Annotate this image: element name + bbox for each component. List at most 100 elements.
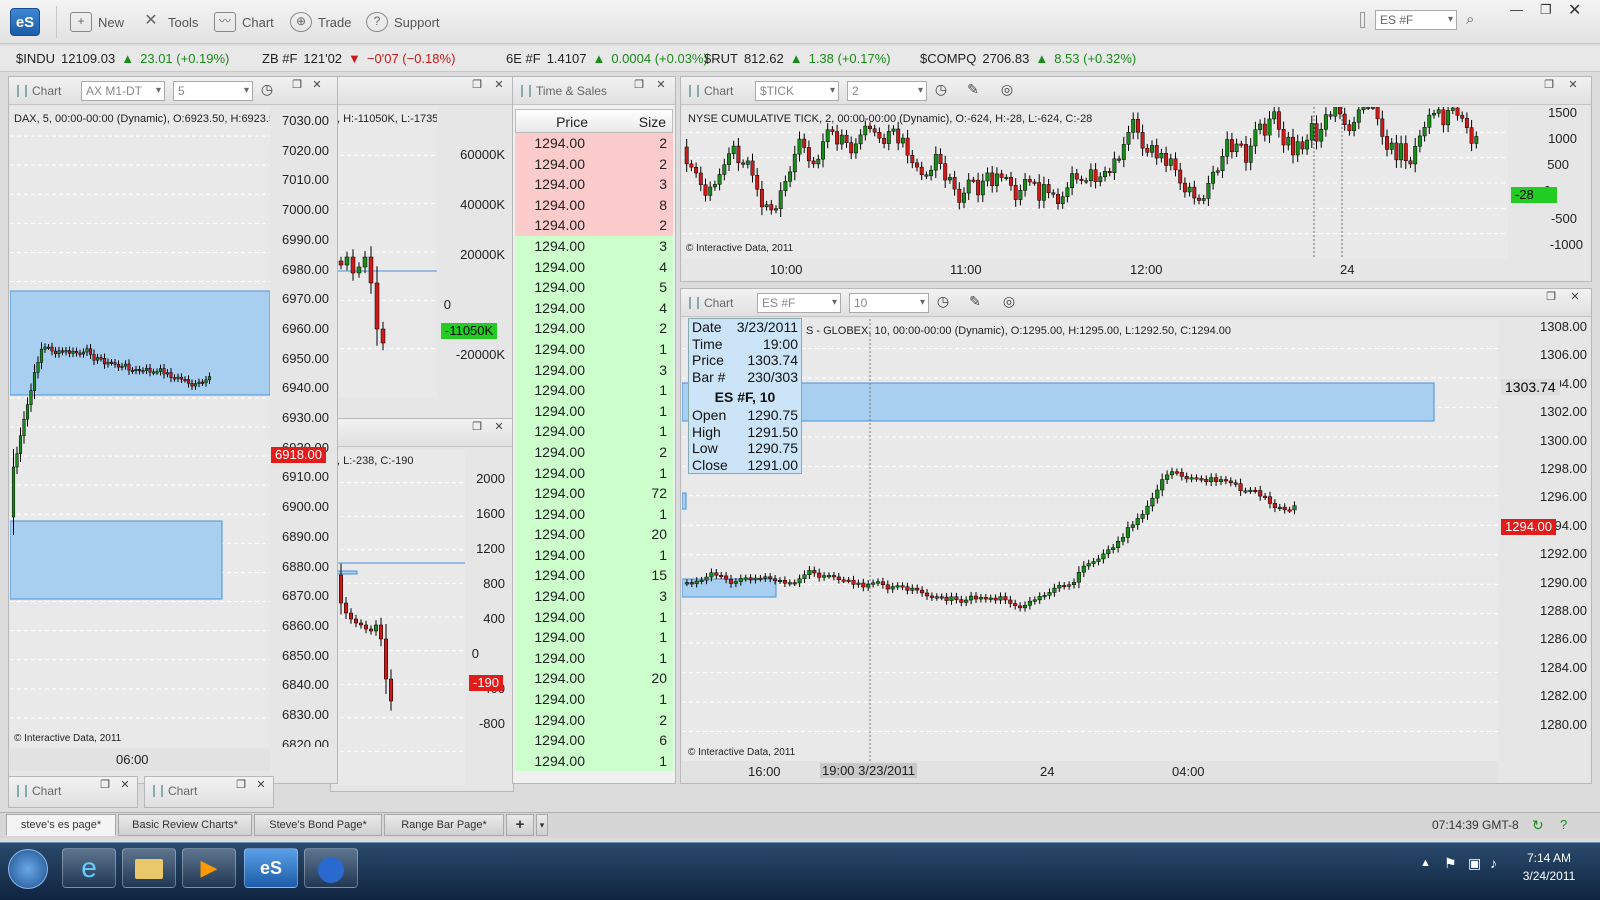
support-button[interactable]: ? Support — [366, 10, 440, 34]
pencil-icon[interactable]: ✎ — [965, 82, 981, 97]
tab-menu-chevron-icon[interactable]: ▾ — [536, 814, 548, 836]
undock-icon[interactable]: ❐ — [1541, 79, 1557, 93]
flag-icon[interactable]: ⚑ — [1444, 855, 1457, 872]
undock-icon[interactable]: ❐ — [233, 779, 249, 793]
close-icon[interactable]: ✕ — [1568, 0, 1581, 20]
chart-button[interactable]: 〰 Chart — [214, 10, 274, 34]
new-button[interactable]: + New — [70, 10, 124, 34]
media-player-icon[interactable]: ▶ — [182, 848, 236, 888]
undock-icon[interactable]: ❐ — [289, 79, 305, 93]
quote-item[interactable]: 6E #F 1.4107 ▲ 0.0004 (+0.03%) — [506, 51, 708, 66]
tab-range-bar-page[interactable]: Range Bar Page* — [384, 814, 504, 836]
dax-plot[interactable]: DAX, 5, 00:00-00:00 (Dynamic), O:6923.50… — [10, 107, 270, 747]
table-row[interactable]: 1294.00 2 — [515, 133, 673, 154]
table-row[interactable]: 1294.00 2 — [515, 441, 673, 463]
table-row[interactable]: 1294.00 1 — [515, 380, 673, 401]
clock-icon[interactable]: ◷ — [935, 294, 951, 309]
table-row[interactable]: 1294.00 1 — [515, 606, 673, 628]
tray-expand-icon[interactable]: ▲ — [1420, 857, 1431, 869]
panel-close-icon[interactable]: ✕ — [117, 779, 133, 793]
price-header[interactable]: Price — [516, 110, 594, 132]
add-tab-icon[interactable]: + — [506, 814, 534, 836]
volume-plot[interactable]: , H:-11050K, L:-17353 — [333, 107, 437, 397]
table-row[interactable]: 1294.00 4 — [515, 297, 673, 319]
quote-item[interactable]: $RUT 812.62 ▲ 1.38 (+0.17%) — [704, 51, 891, 66]
table-row[interactable]: 1294.00 3 — [515, 359, 673, 381]
table-row[interactable]: 1294.00 1 — [515, 544, 673, 566]
table-row[interactable]: 1294.00 1 — [515, 647, 673, 669]
quote-item[interactable]: $COMPQ 2706.83 ▲ 8.53 (+0.32%) — [920, 51, 1136, 66]
minimize-icon[interactable]: — — [1510, 2, 1523, 17]
panel-close-icon[interactable]: ✕ — [1565, 79, 1581, 93]
table-row[interactable]: 1294.00 1 — [515, 462, 673, 484]
table-row[interactable]: 1294.00 2 — [515, 215, 673, 236]
clock-icon[interactable]: ◷ — [259, 82, 275, 97]
table-row[interactable]: 1294.00 2 — [515, 709, 673, 731]
panel-close-icon[interactable]: ✕ — [309, 79, 325, 93]
table-row[interactable]: 1294.00 1 — [515, 421, 673, 442]
indicator-icon[interactable]: ◎ — [999, 82, 1015, 97]
cumulative-plot[interactable]: , L:-238, C:-190 — [333, 449, 465, 785]
table-row[interactable]: 1294.00 1 — [515, 750, 673, 772]
undock-icon[interactable]: ❐ — [1543, 291, 1559, 305]
start-button[interactable] — [8, 849, 48, 889]
table-row[interactable]: 1294.00 15 — [515, 565, 673, 587]
table-row[interactable]: 1294.00 20 — [515, 524, 673, 545]
table-row[interactable]: 1294.00 6 — [515, 730, 673, 751]
symbol-combo[interactable]: AX M1-DT — [81, 81, 165, 101]
table-row[interactable]: 1294.00 3 — [515, 174, 673, 195]
symbol-combo[interactable]: $TICK — [755, 81, 839, 101]
esignal-task-icon[interactable]: eS — [244, 848, 298, 888]
clock-icon[interactable]: ◷ — [933, 82, 949, 97]
trade-button[interactable]: ⊕ Trade — [290, 10, 351, 34]
table-row[interactable]: 1294.00 3 — [515, 235, 673, 257]
table-row[interactable]: 1294.00 1 — [515, 338, 673, 360]
time-sales-table[interactable]: Price Size 1294.00 2 1294.00 2 1294.00 3 1294.… — [515, 109, 673, 772]
table-row[interactable]: 1294.00 72 — [515, 483, 673, 504]
restore-icon[interactable]: ❐ — [1540, 2, 1552, 18]
minimized-chart[interactable]: Chart ❐ ✕ — [8, 776, 138, 808]
help-icon[interactable]: ? — [1560, 817, 1567, 832]
refresh-icon[interactable]: ↻ — [1532, 817, 1544, 834]
quote-item[interactable]: $INDU 12109.03 ▲ 23.01 (+0.19%) — [16, 51, 229, 66]
indicator-icon[interactable]: ◎ — [1001, 294, 1017, 309]
es-plot[interactable]: S - GLOBEX, 10, 00:00-00:00 (Dynamic), O… — [682, 319, 1498, 761]
panel-close-icon[interactable]: ✕ — [253, 779, 269, 793]
pencil-icon[interactable]: ✎ — [967, 294, 983, 309]
interval-combo[interactable]: 5 — [173, 81, 253, 101]
tick-plot[interactable]: NYSE CUMULATIVE TICK, 2, 00:00-00:00 (Dy… — [682, 107, 1508, 259]
table-row[interactable]: 1294.00 20 — [515, 668, 673, 690]
tab-steves-bond-page[interactable]: Steve's Bond Page* — [254, 814, 382, 836]
minimized-chart[interactable]: Chart ❐ ✕ — [144, 776, 274, 808]
table-row[interactable]: 1294.00 5 — [515, 277, 673, 298]
undock-icon[interactable]: ❐ — [97, 779, 113, 793]
quote-item[interactable]: ZB #F 121'02 ▼ −0'07 (−0.18%) — [262, 51, 455, 66]
symbol-combo[interactable]: ES #F — [1375, 10, 1457, 30]
search-icon[interactable]: ⌕ — [1466, 11, 1486, 31]
symbol-combo[interactable]: ES #F — [757, 293, 841, 313]
panel-close-icon[interactable]: ✕ — [491, 421, 507, 435]
table-row[interactable]: 1294.00 1 — [515, 627, 673, 648]
browser-icon[interactable]: e — [62, 848, 116, 888]
table-row[interactable]: 1294.00 4 — [515, 256, 673, 278]
chart-app-icon[interactable] — [304, 848, 358, 888]
table-row[interactable]: 1294.00 8 — [515, 194, 673, 216]
interval-combo[interactable]: 2 — [847, 81, 927, 101]
tools-button[interactable]: ✕ Tools — [140, 10, 198, 34]
panel-close-icon[interactable]: ✕ — [1567, 291, 1583, 305]
volume-icon[interactable]: ♪ — [1490, 855, 1497, 871]
panel-close-icon[interactable]: ✕ — [491, 79, 507, 93]
undock-icon[interactable]: ❐ — [631, 79, 647, 93]
table-row[interactable]: 1294.00 1 — [515, 503, 673, 525]
table-row[interactable]: 1294.00 2 — [515, 318, 673, 339]
size-header[interactable]: Size — [594, 110, 672, 132]
panel-close-icon[interactable]: ✕ — [653, 79, 669, 93]
network-icon[interactable]: ▣ — [1468, 855, 1481, 872]
tab-basic-review-charts[interactable]: Basic Review Charts* — [118, 814, 252, 836]
table-row[interactable]: 1294.00 3 — [515, 586, 673, 607]
folder-icon[interactable] — [122, 848, 176, 888]
system-clock[interactable]: 7:14 AM 3/24/2011 — [1518, 851, 1580, 883]
undock-icon[interactable]: ❐ — [469, 79, 485, 93]
table-row[interactable]: 1294.00 1 — [515, 400, 673, 422]
undock-icon[interactable]: ❐ — [469, 421, 485, 435]
